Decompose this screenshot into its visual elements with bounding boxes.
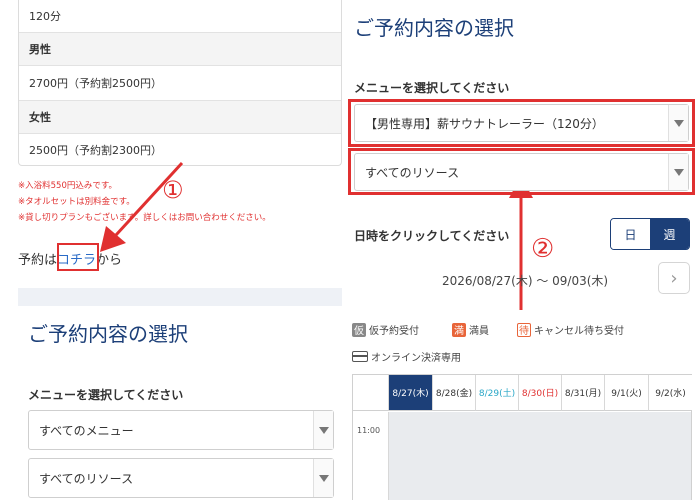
calendar-grid: 8/27(木) 8/28(金) 8/29(土) 8/30(日) 8/31(月) …: [352, 374, 692, 500]
highlight-box-resource: [348, 148, 695, 195]
view-week-button[interactable]: 週: [650, 219, 689, 249]
day-header[interactable]: 8/29(土): [476, 375, 519, 411]
chevron-right-icon[interactable]: ›: [658, 262, 690, 294]
day-header[interactable]: 9/2(水): [649, 375, 692, 411]
day-header[interactable]: 8/27(木): [389, 375, 433, 411]
calendar-corner: [353, 375, 389, 411]
legend-online: オンライン決済専用: [352, 349, 461, 364]
legend-label: オンライン決済専用: [371, 353, 461, 364]
highlight-box-menu: [348, 99, 695, 147]
legend-wait: 待 キャンセル待ち受付: [517, 322, 624, 337]
day-label: 8/27(木): [392, 389, 429, 399]
legend-tentative: 仮 仮予約受付: [352, 322, 419, 337]
badge-tentative: 仮: [352, 322, 366, 337]
day-header[interactable]: 8/28(金): [433, 375, 476, 411]
badge-full: 満: [452, 322, 466, 337]
badge-wait: 待: [517, 322, 531, 337]
date-range: 2026/08/27(木) 〜 09/03(木): [442, 274, 609, 288]
day-label: 8/29(土): [478, 389, 516, 399]
marker-2: ②: [531, 234, 555, 264]
datetime-label: 日時をクリックしてください: [354, 229, 510, 243]
day-header[interactable]: 9/1(火): [605, 375, 649, 411]
time-label: 11:00: [357, 426, 381, 435]
view-toggle: 日 週: [610, 218, 690, 250]
day-label: 8/30(日): [521, 389, 559, 399]
day-label: 8/28(金): [435, 389, 473, 399]
day-header[interactable]: 8/31(月): [562, 375, 605, 411]
right-section-title: ご予約内容の選択: [354, 16, 514, 40]
calendar-slots[interactable]: [389, 412, 691, 500]
marker-1: ①: [162, 176, 184, 204]
legend-label: キャンセル待ち受付: [534, 326, 624, 337]
legend-full: 満 満員: [452, 322, 489, 337]
day-label: 8/31(月): [564, 389, 602, 399]
view-day-button[interactable]: 日: [611, 219, 650, 249]
day-label: 9/2(水): [655, 389, 686, 399]
time-column: 11:00: [353, 412, 389, 500]
day-label: 9/1(火): [611, 389, 642, 399]
day-header[interactable]: 8/30(日): [519, 375, 562, 411]
credit-card-icon: [352, 351, 368, 362]
legend-label: 仮予約受付: [369, 326, 419, 337]
legend-label: 満員: [469, 326, 489, 337]
right-menu-label: メニューを選択してください: [354, 81, 510, 95]
